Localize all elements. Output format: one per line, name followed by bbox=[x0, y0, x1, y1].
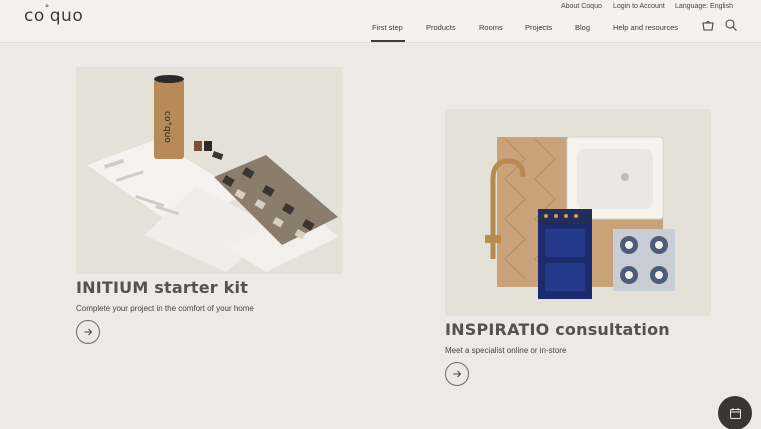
site-header: co°quo About Coquo Login to Account Lang… bbox=[0, 0, 761, 43]
nav-products[interactable]: Products bbox=[426, 23, 456, 32]
initium-subtitle: Complete your project in the comfort of … bbox=[76, 304, 254, 313]
initium-arrow-button[interactable] bbox=[76, 320, 100, 344]
arrow-right-icon bbox=[453, 370, 462, 378]
search-icon[interactable] bbox=[724, 18, 738, 32]
nav-help-and-resources[interactable]: Help and resources bbox=[613, 23, 678, 32]
initium-title: INITIUM starter kit bbox=[76, 278, 249, 297]
nav-first-step[interactable]: First step bbox=[372, 23, 403, 32]
booking-fab-button[interactable] bbox=[718, 396, 752, 429]
nav-rooms[interactable]: Rooms bbox=[479, 23, 503, 32]
inspiratio-arrow-button[interactable] bbox=[445, 362, 469, 386]
inspiratio-consultation-image[interactable] bbox=[445, 109, 711, 316]
arrow-right-icon bbox=[84, 328, 93, 336]
cart-icon[interactable] bbox=[701, 18, 715, 32]
language-selector[interactable]: Language: English bbox=[675, 3, 733, 10]
calendar-icon bbox=[729, 407, 741, 419]
nav-active-indicator bbox=[371, 40, 405, 42]
nav-blog[interactable]: Blog bbox=[575, 23, 590, 32]
brand-logo[interactable]: co°quo bbox=[24, 4, 83, 26]
tube-logo-text: co°quo bbox=[162, 111, 172, 143]
login-link[interactable]: Login to Account bbox=[613, 3, 665, 10]
about-link[interactable]: About Coquo bbox=[561, 3, 602, 10]
nav-projects[interactable]: Projects bbox=[525, 23, 552, 32]
inspiratio-title: INSPIRATIO consultation bbox=[445, 320, 670, 339]
inspiratio-subtitle: Meet a specialist online or in-store bbox=[445, 346, 567, 355]
initium-kit-image[interactable]: co°quo bbox=[76, 67, 342, 274]
